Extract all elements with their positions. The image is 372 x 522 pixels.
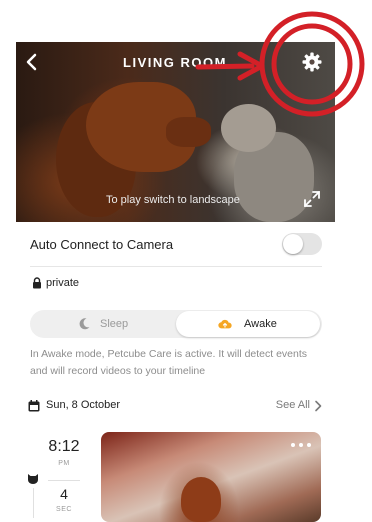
- calendar-icon: [28, 400, 40, 412]
- event-time: 8:12: [48, 438, 80, 455]
- dog-thumbnail-shape: [181, 477, 221, 522]
- event-video-thumbnail[interactable]: [101, 432, 321, 522]
- pet-icon: [28, 474, 38, 484]
- chevron-left-icon: [26, 53, 37, 71]
- sleep-mode-button[interactable]: Sleep: [30, 310, 176, 338]
- divider: [30, 266, 322, 267]
- back-button[interactable]: [22, 52, 42, 72]
- fullscreen-button[interactable]: [303, 190, 321, 208]
- toggle-knob: [283, 234, 303, 254]
- cat-head-shape: [221, 104, 276, 152]
- settings-button[interactable]: [300, 50, 324, 74]
- expand-icon: [304, 191, 320, 207]
- chevron-right-icon: [315, 400, 322, 412]
- cloud-upload-icon: [218, 319, 232, 329]
- more-options-button[interactable]: [291, 440, 313, 450]
- auto-connect-label: Auto Connect to Camera: [30, 237, 174, 252]
- moon-icon: [79, 318, 90, 330]
- awake-label: Awake: [244, 318, 277, 330]
- sleep-label: Sleep: [100, 318, 129, 330]
- dog-snout-shape: [166, 117, 211, 147]
- mode-segmented-control: Sleep Awake: [30, 310, 322, 338]
- auto-connect-toggle[interactable]: [282, 233, 322, 255]
- timeline-date: Sun, 8 October: [46, 399, 120, 411]
- landscape-hint: To play switch to landscape: [106, 194, 240, 206]
- more-dots-icon: [307, 443, 311, 447]
- awake-mode-button[interactable]: Awake: [176, 311, 320, 337]
- gear-icon: [302, 52, 322, 72]
- lock-icon: [33, 277, 41, 289]
- event-time-column: 8:12 PM 4 SEC: [28, 436, 94, 518]
- mode-description: In Awake mode, Petcube Care is active. I…: [30, 348, 308, 377]
- privacy-label: private: [46, 277, 80, 289]
- event-duration-unit: SEC: [56, 506, 72, 513]
- auto-connect-row: Auto Connect to Camera: [30, 230, 322, 260]
- time-divider: [48, 480, 80, 481]
- timeline-line: [33, 488, 34, 518]
- timeline-date-header: Sun, 8 October See All: [28, 397, 322, 415]
- event-ampm: PM: [58, 460, 70, 467]
- see-all-label: See All: [275, 399, 310, 411]
- more-dots-icon: [291, 443, 295, 447]
- page-title: LIVING ROOM: [123, 55, 227, 70]
- event-duration: 4: [60, 486, 68, 502]
- more-dots-icon: [299, 443, 303, 447]
